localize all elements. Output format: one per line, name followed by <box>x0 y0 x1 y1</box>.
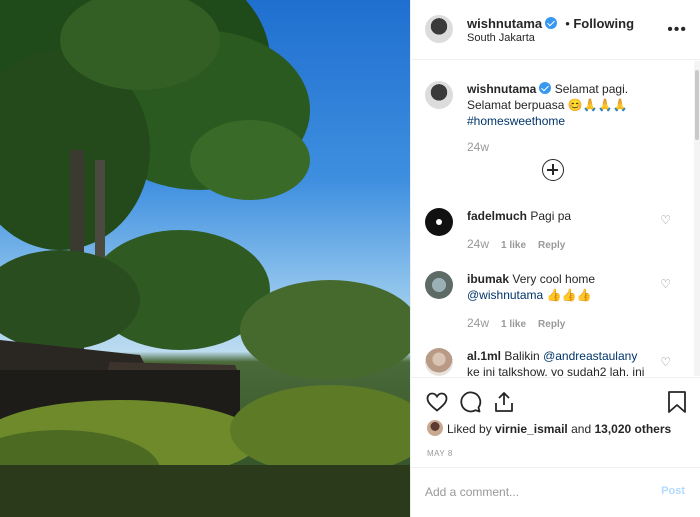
comment-text: fadelmuch Pagi pa <box>467 208 667 224</box>
post-actions: Liked by virnie_ismail and 13,020 others… <box>411 377 700 467</box>
comment-text: al.1ml Balikin @andreastaulany ke ini ta… <box>467 348 673 376</box>
comment-body: Very cool home <box>512 272 596 286</box>
caption-meta: 24w <box>467 140 489 154</box>
comment-mention[interactable]: @wishnutama <box>467 288 543 302</box>
liker-username[interactable]: virnie_ismail <box>495 422 568 436</box>
comment-like-icon[interactable]: ♡ <box>660 355 671 369</box>
reply-button[interactable]: Reply <box>538 319 565 330</box>
caption-age[interactable]: 24w <box>467 140 489 154</box>
comment-like-icon[interactable]: ♡ <box>660 213 671 227</box>
comment-avatar[interactable] <box>425 208 453 236</box>
reply-button[interactable]: Reply <box>538 240 565 251</box>
more-icon[interactable]: ••• <box>667 22 687 38</box>
dot-separator: • <box>561 16 574 31</box>
instagram-post-view: wishnutama • Following South Jakarta •••… <box>0 0 700 517</box>
share-icon[interactable] <box>492 390 516 414</box>
caption-hashtag[interactable]: #homesweethome <box>467 114 565 128</box>
scrollbar-thumb[interactable] <box>695 70 699 140</box>
post-location[interactable]: South Jakarta <box>467 32 535 44</box>
heart-icon[interactable] <box>425 390 449 414</box>
comment-meta: 24w 1 like Reply <box>467 316 565 330</box>
caption-username[interactable]: wishnutama <box>467 82 536 96</box>
comment-age[interactable]: 24w <box>467 316 489 330</box>
comment-avatar[interactable] <box>425 348 453 376</box>
caption: wishnutama Selamat pagi. Selamat berpuas… <box>467 81 673 129</box>
comment-mention[interactable]: @andreastaulany <box>543 349 637 363</box>
comment-meta: 24w 1 like Reply <box>467 237 565 251</box>
comment-body: Pagi pa <box>530 209 572 223</box>
comments-scrollbar[interactable] <box>694 61 700 376</box>
comment-likes[interactable]: 1 like <box>501 319 526 330</box>
photo-scene <box>0 0 410 517</box>
post-date[interactable]: MAY 8 <box>427 449 453 458</box>
comment-age[interactable]: 24w <box>467 237 489 251</box>
owner-avatar[interactable] <box>425 15 453 43</box>
post-side-panel: wishnutama • Following South Jakarta •••… <box>410 0 700 517</box>
verified-icon <box>539 82 552 94</box>
post-header: wishnutama • Following South Jakarta ••• <box>411 0 700 60</box>
comment-icon[interactable] <box>458 390 482 414</box>
comment-username[interactable]: ibumak <box>467 272 509 286</box>
likes-count[interactable]: 13,020 others <box>594 422 671 436</box>
post-button[interactable]: Post <box>661 485 685 497</box>
likes-summary: Liked by virnie_ismail and 13,020 others <box>447 422 671 436</box>
following-button[interactable]: Following <box>573 16 634 31</box>
likes-and: and <box>571 422 592 436</box>
post-photo[interactable] <box>0 0 410 517</box>
comment-username[interactable]: al.1ml <box>467 349 501 363</box>
comment-emoji: 👍👍👍 <box>546 288 592 302</box>
comment-like-icon[interactable]: ♡ <box>660 277 671 291</box>
comment-avatar[interactable] <box>425 271 453 299</box>
verified-icon <box>545 17 558 29</box>
comment-username[interactable]: fadelmuch <box>467 209 527 223</box>
bookmark-icon[interactable] <box>666 390 688 414</box>
comment-body: Balikin <box>504 349 540 363</box>
caption-avatar[interactable] <box>425 81 453 109</box>
add-comment-bar: Post <box>411 467 700 517</box>
owner-username[interactable]: wishnutama <box>467 16 542 31</box>
comment-body-cont: ke ini talkshow. yo sudah2 lah. ini <box>467 365 645 376</box>
comment-likes[interactable]: 1 like <box>501 240 526 251</box>
owner-line: wishnutama • Following <box>467 15 634 33</box>
liker-avatar[interactable] <box>427 420 443 436</box>
likes-prefix: Liked by <box>447 422 492 436</box>
comments-list[interactable]: wishnutama Selamat pagi. Selamat berpuas… <box>411 61 700 376</box>
comment-text: ibumak Very cool home @wishnutama 👍👍👍 <box>467 271 667 303</box>
add-comments-icon[interactable] <box>542 159 564 181</box>
comment-input[interactable] <box>425 482 645 502</box>
